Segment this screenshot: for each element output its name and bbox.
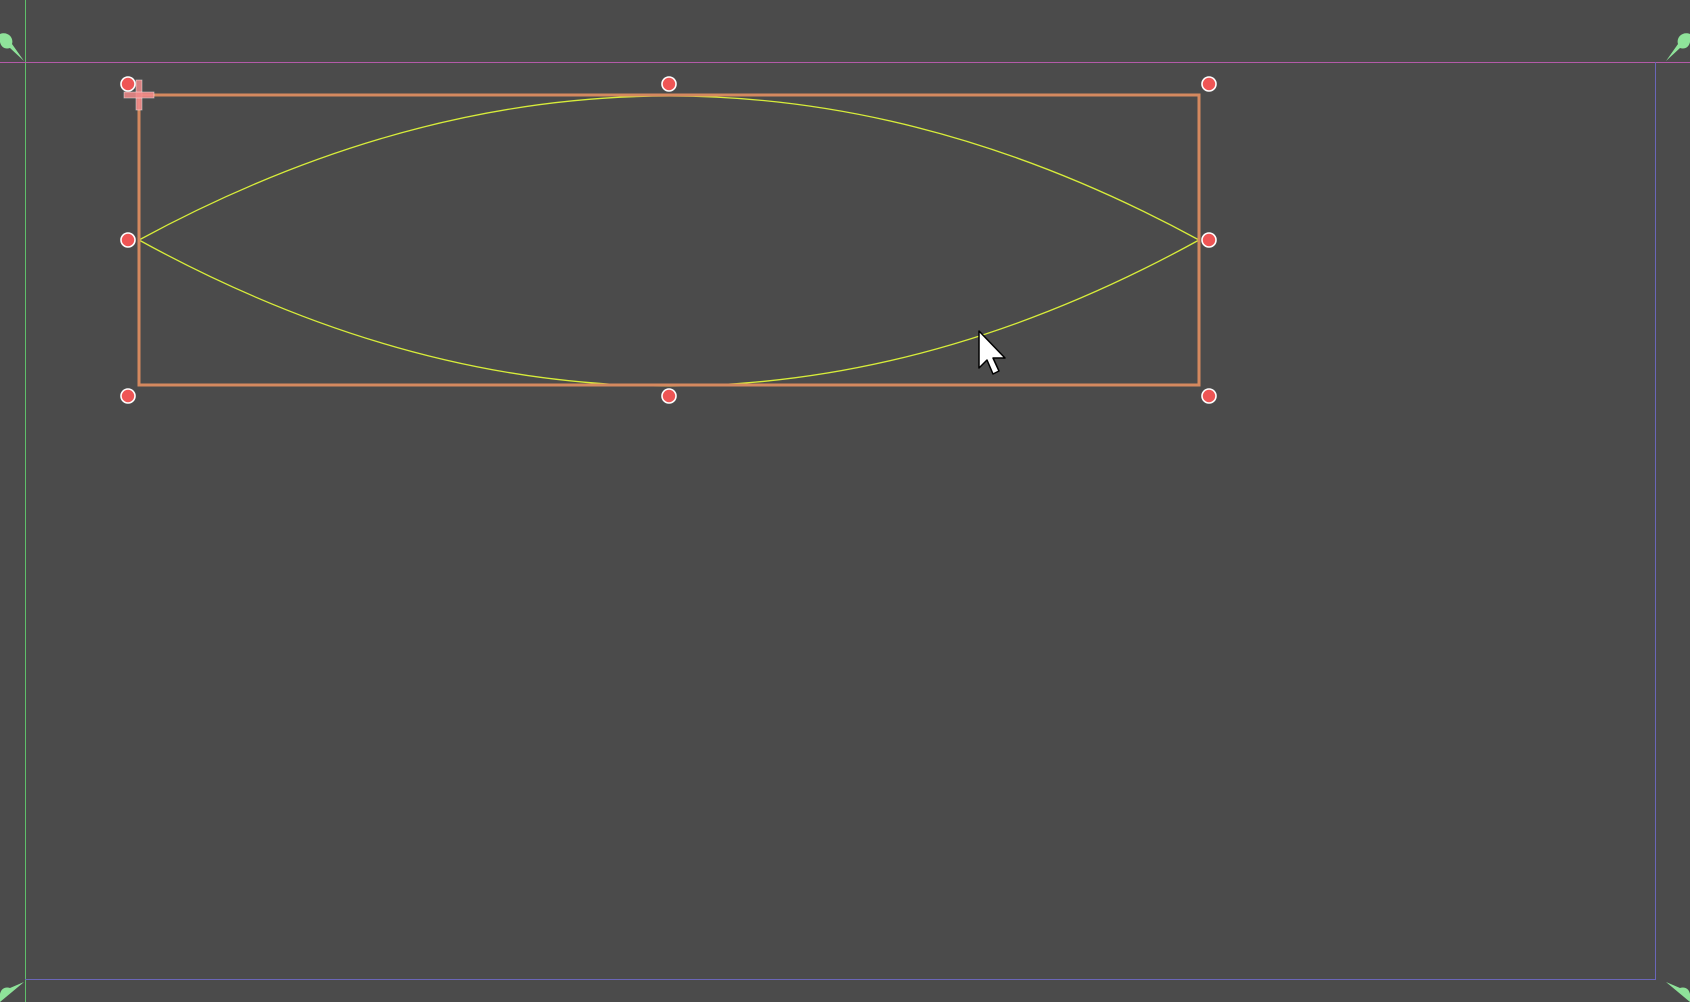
canvas-surface[interactable]: [0, 0, 1690, 1002]
mouse-pointer-icon: [978, 330, 1006, 375]
editor-viewport[interactable]: [0, 0, 1690, 1002]
handle-bottom-left[interactable]: [120, 388, 136, 404]
handle-bottom-center[interactable]: [661, 388, 677, 404]
anchor-pin-icon[interactable]: [1666, 982, 1690, 1002]
curve-lower-arc[interactable]: [138, 239, 1200, 387]
handle-bottom-right[interactable]: [1201, 388, 1217, 404]
handle-top-right[interactable]: [1201, 76, 1217, 92]
curve-upper-arc[interactable]: [138, 95, 1200, 241]
anchor-pin-icon[interactable]: [0, 33, 24, 61]
handle-top-left[interactable]: [120, 76, 136, 92]
handle-top-center[interactable]: [661, 76, 677, 92]
anchor-pin-icon[interactable]: [0, 982, 24, 1002]
selection-rect[interactable]: [137, 93, 1201, 387]
handle-middle-right[interactable]: [1201, 232, 1217, 248]
anchor-pin-icon[interactable]: [1666, 33, 1690, 61]
handle-middle-left[interactable]: [120, 232, 136, 248]
